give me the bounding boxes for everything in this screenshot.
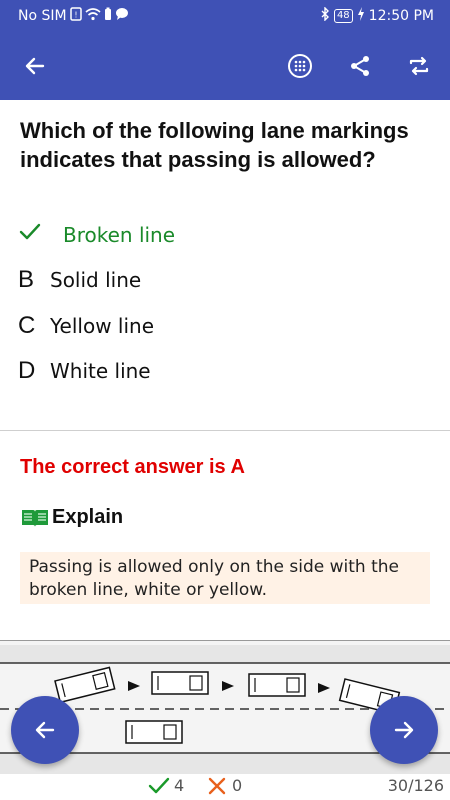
svg-text:!: ! xyxy=(74,11,77,20)
explain-label: Explain xyxy=(52,506,124,528)
previous-button[interactable] xyxy=(11,696,79,764)
option-c-label: Yellow line xyxy=(50,313,155,338)
next-button[interactable] xyxy=(370,696,438,764)
back-button[interactable] xyxy=(15,46,55,86)
correct-count-value: 4 xyxy=(174,776,185,795)
charging-icon xyxy=(357,7,365,25)
book-icon xyxy=(20,507,50,529)
explanation-box: Passing is allowed only on the side with… xyxy=(20,552,430,604)
battery-level: 48 xyxy=(333,9,353,23)
option-a[interactable]: Broken line xyxy=(18,212,438,258)
option-c[interactable]: C Yellow line xyxy=(18,303,438,349)
explain-heading: Explain xyxy=(20,506,123,529)
cross-icon xyxy=(208,777,226,794)
wrong-count: 0 xyxy=(208,776,242,795)
option-b[interactable]: B Solid line xyxy=(18,258,438,304)
arrow-right-icon xyxy=(394,721,414,739)
share-button[interactable] xyxy=(340,46,380,86)
arrow-left-icon xyxy=(35,721,55,739)
score-bar: 4 0 30/126 xyxy=(0,774,450,800)
correct-answer-text: The correct answer is A xyxy=(20,456,245,478)
clock-time: 12:50 PM xyxy=(368,8,434,24)
option-c-letter: C xyxy=(18,311,36,339)
arrow-left-icon xyxy=(25,57,45,75)
check-icon xyxy=(18,221,50,249)
message-icon xyxy=(115,7,129,25)
repeat-icon xyxy=(409,56,429,76)
wifi-icon xyxy=(85,7,101,25)
option-a-label: Broken line xyxy=(63,222,176,247)
question-text: Which of the following lane markings ind… xyxy=(20,118,409,172)
status-bar: No SIM ! 48 12:50 PM xyxy=(0,0,450,32)
wrong-count-value: 0 xyxy=(232,776,243,795)
option-b-letter: B xyxy=(18,266,35,294)
grid-icon xyxy=(288,54,312,78)
bluetooth-icon xyxy=(320,6,330,25)
option-d-letter: D xyxy=(18,357,36,385)
battery-saver-icon xyxy=(104,7,112,25)
grid-button[interactable] xyxy=(280,46,320,86)
question-progress: 30/126 xyxy=(387,776,444,795)
sim-icon: ! xyxy=(69,7,82,25)
option-d[interactable]: D White line xyxy=(18,349,438,395)
option-b-label: Solid line xyxy=(50,268,142,293)
correct-count: 4 xyxy=(148,776,184,795)
car-5 xyxy=(125,720,183,744)
answer-options: Broken line B Solid line C Yellow line D… xyxy=(18,212,438,394)
section-divider xyxy=(0,430,450,431)
share-icon xyxy=(351,56,369,76)
option-d-label: White line xyxy=(50,359,151,384)
app-bar xyxy=(0,32,450,100)
car-2 xyxy=(151,671,209,695)
check-icon xyxy=(148,777,170,793)
repeat-button[interactable] xyxy=(399,46,439,86)
carrier-label: No SIM xyxy=(18,8,67,24)
car-3 xyxy=(248,673,306,697)
